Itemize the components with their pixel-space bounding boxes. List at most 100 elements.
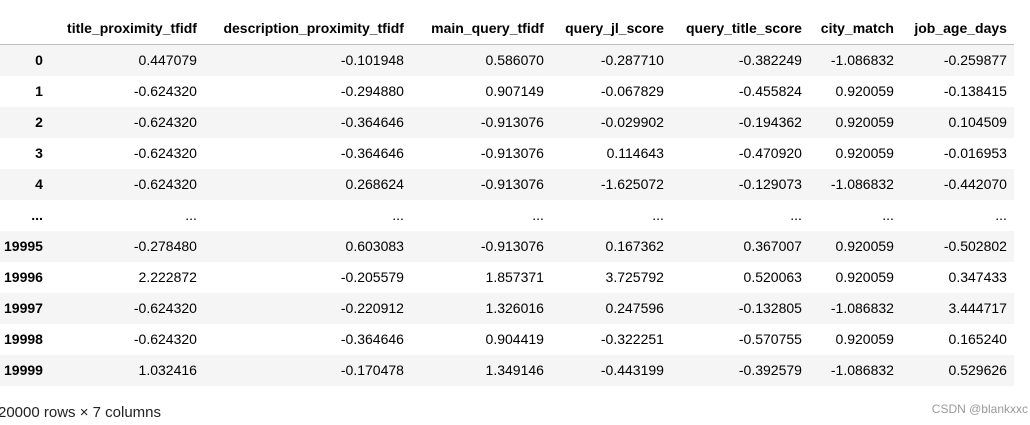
table-cell: -0.220912 — [340, 300, 404, 316]
table-row: 2 -0.624320 -0.364646 -0.913076 -0.029902 -0.… — [0, 106, 1014, 138]
table-cell: -0.382249 — [738, 52, 802, 69]
row-index: 4 — [35, 176, 43, 192]
row-index: 1 — [35, 83, 43, 99]
table-cell: -0.470920 — [738, 145, 802, 161]
column-header: query_jl_score — [550, 12, 671, 45]
table-cell: 0.586070 — [485, 52, 544, 69]
table-cell: 2.222872 — [138, 269, 197, 285]
watermark: CSDN @blankxxc — [931, 402, 1028, 416]
table-cell: -0.205579 — [340, 269, 404, 285]
table-row: 19999 1.032416 -0.170478 1.349146 -0.443199 -… — [0, 354, 1014, 386]
table-cell: ... — [185, 207, 197, 223]
table-cell: -0.322251 — [600, 331, 664, 347]
table-body: 0 0.447079 -0.101948 0.586070 -0.287710 -0.38… — [0, 44, 1014, 386]
table-cell: -0.029902 — [600, 114, 664, 130]
table-cell: ... — [532, 207, 544, 223]
table-cell: 0.907149 — [485, 83, 544, 99]
table-row: 19996 2.222872 -0.205579 1.857371 3.725792 0.… — [0, 261, 1014, 293]
table-cell: 0.904419 — [485, 331, 544, 347]
table-cell: -0.624320 — [133, 331, 197, 347]
column-header: main_query_tfidf — [410, 12, 551, 45]
table-cell: ... — [882, 207, 894, 223]
table-cell: 1.857371 — [485, 269, 544, 285]
table-cell: -0.442070 — [943, 176, 1007, 192]
table-row: 3 -0.624320 -0.364646 -0.913076 0.114643 -0.4… — [0, 137, 1014, 169]
table-cell: 0.603083 — [345, 238, 404, 254]
table-cell: -0.129073 — [738, 176, 802, 192]
table-cell: -0.016953 — [943, 145, 1007, 161]
table-cell: 0.165240 — [948, 331, 1007, 347]
table-cell: 0.920059 — [835, 269, 894, 285]
table-cell: 0.920059 — [835, 331, 894, 347]
table-cell: 0.114643 — [606, 145, 664, 161]
table-cell: -0.624320 — [133, 114, 197, 130]
table-cell: -0.132805 — [738, 300, 802, 316]
table-cell: -0.364646 — [340, 145, 404, 161]
table-cell: 1.326016 — [485, 300, 544, 316]
table-cell: -0.194362 — [738, 114, 802, 130]
table-cell: -0.067829 — [600, 83, 664, 99]
table-cell: -0.624320 — [133, 145, 197, 161]
column-header: title_proximity_tfidf — [49, 12, 204, 45]
table-row: ........................ — [0, 199, 1014, 231]
dataframe-table: title_proximity_tfidf description_proxim… — [0, 12, 1014, 386]
table-cell: 0.920059 — [835, 145, 894, 161]
dataframe-output: title_proximity_tfidf description_proxim… — [0, 12, 1030, 386]
table-cell: -1.086832 — [830, 300, 894, 316]
row-index: 19995 — [4, 238, 43, 254]
table-cell: -0.624320 — [133, 300, 197, 316]
table-cell: -0.364646 — [340, 331, 404, 347]
index-header — [0, 12, 50, 45]
table-row: 19998 -0.624320 -0.364646 0.904419 -0.322251… — [0, 323, 1014, 355]
table-cell: ... — [392, 207, 404, 223]
row-index: 19999 — [4, 362, 43, 378]
column-header: description_proximity_tfidf — [203, 12, 411, 45]
table-cell: -1.086832 — [830, 362, 894, 378]
table-row: 1 -0.624320 -0.294880 0.907149 -0.067829 -0.4… — [0, 75, 1014, 107]
table-cell: 0.447079 — [138, 52, 197, 69]
column-header: query_title_score — [670, 12, 809, 45]
table-cell: -0.913076 — [480, 238, 544, 254]
table-cell: -0.287710 — [600, 52, 664, 69]
table-cell: 0.247596 — [605, 300, 664, 316]
table-cell: 1.032416 — [138, 362, 197, 378]
table-row: 0 0.447079 -0.101948 0.586070 -0.287710 -0.38… — [0, 44, 1014, 76]
table-cell: 0.529626 — [948, 362, 1007, 378]
table-cell: 1.349146 — [485, 362, 544, 378]
table-cell: ... — [652, 207, 664, 223]
table-cell: 0.347433 — [948, 269, 1007, 285]
table-cell: -0.364646 — [340, 114, 404, 130]
table-cell: 0.367007 — [743, 238, 802, 254]
table-cell: -1.086832 — [830, 176, 894, 192]
row-index: 19998 — [4, 331, 43, 347]
column-header: city_match — [808, 12, 901, 45]
table-cell: -0.913076 — [480, 114, 544, 130]
table-cell: -1.086832 — [830, 52, 894, 69]
row-index: 19996 — [4, 269, 43, 285]
table-cell: -0.443199 — [600, 362, 664, 378]
table-cell: 0.920059 — [835, 83, 894, 99]
table-cell: -0.624320 — [133, 83, 197, 99]
table-cell: ... — [790, 207, 802, 223]
table-cell: -0.392579 — [738, 362, 802, 378]
table-cell: -0.278480 — [133, 238, 197, 254]
table-cell: -0.138415 — [943, 83, 1007, 99]
table-row: 19995 -0.278480 0.603083 -0.913076 0.167362 0… — [0, 230, 1014, 262]
table-cell: -0.913076 — [480, 145, 544, 161]
table-row: 4 -0.624320 0.268624 -0.913076 -1.625072 -0.1… — [0, 168, 1014, 200]
table-cell: -0.624320 — [133, 176, 197, 192]
column-header: job_age_days — [900, 12, 1014, 45]
table-cell: 0.920059 — [835, 114, 894, 130]
table-cell: -0.259877 — [943, 52, 1007, 69]
table-shape-info: 20000 rows × 7 columns — [0, 404, 162, 421]
table-cell: -0.294880 — [340, 83, 404, 99]
row-index: 0 — [35, 52, 43, 69]
header-row: title_proximity_tfidf description_proxim… — [0, 12, 1014, 45]
row-index: 19997 — [4, 300, 43, 316]
table-header: title_proximity_tfidf description_proxim… — [0, 12, 1014, 45]
table-cell: -0.455824 — [738, 83, 802, 99]
table-cell: ... — [995, 207, 1007, 223]
table-cell: -0.913076 — [480, 176, 544, 192]
table-cell: -0.170478 — [340, 362, 404, 378]
table-cell: 0.520063 — [743, 269, 802, 285]
